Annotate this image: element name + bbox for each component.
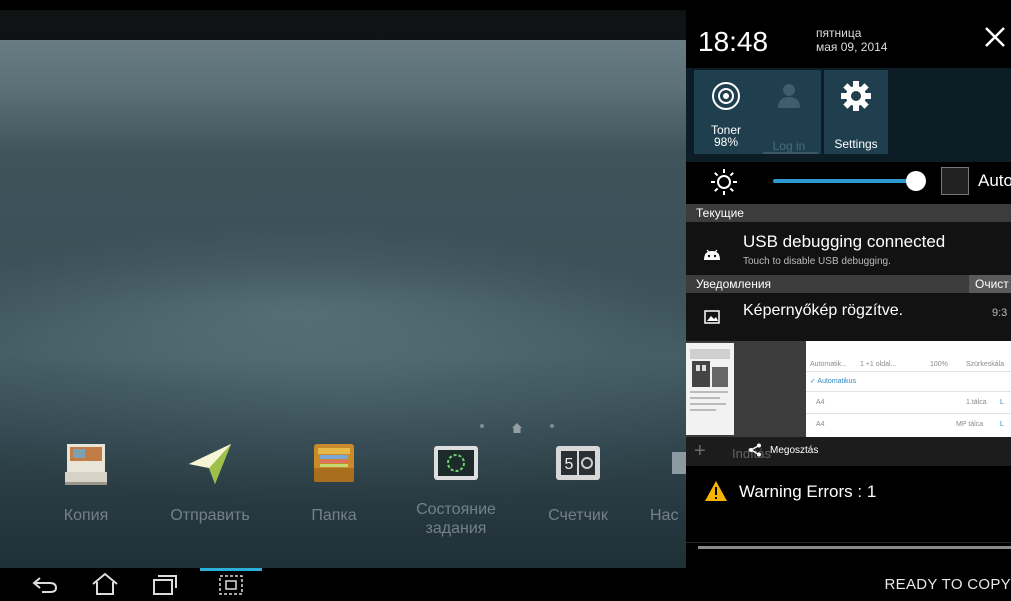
usb-debugging-notification[interactable]: USB debugging connected Touch to disable…: [686, 222, 1011, 275]
notification-panel: 18:48 пятница мая 09, 2014 Toner Log in: [686, 10, 1011, 568]
app-label: Нас: [650, 507, 679, 524]
preview-settings-screen: Automatik... 1 +1 oldal... 100% Szürkesk…: [806, 341, 1011, 451]
job-status-icon: [431, 440, 481, 486]
preview-divider: [806, 391, 1011, 392]
brightness-row: Auto: [686, 162, 1011, 208]
preview-text: A4: [816, 421, 825, 428]
app-copy[interactable]: Копия: [26, 440, 146, 525]
brightness-slider-track[interactable]: [773, 179, 916, 183]
home-icon[interactable]: [90, 572, 120, 596]
warning-text: Warning Errors : 1: [739, 482, 877, 501]
counter-digit: 5: [565, 456, 574, 473]
screenshot-notification[interactable]: Képernyőkép rögzítve. 9:3: [686, 293, 1011, 341]
paper-plane-icon: [185, 440, 235, 486]
user-icon: [773, 80, 805, 112]
app-send[interactable]: Отправить: [150, 440, 270, 525]
clear-notifications-button[interactable]: Очист: [969, 275, 1011, 293]
preview-text: Szürkeskála: [966, 361, 1005, 368]
counter-icon: 5: [553, 440, 603, 486]
notification-time: 9:3: [992, 307, 1008, 319]
copier-icon: [61, 440, 111, 486]
plus-icon: +: [694, 440, 706, 462]
toner-percent: 98%: [713, 135, 739, 149]
section-title: Текущие: [696, 206, 744, 220]
app-label: Копия: [63, 507, 109, 524]
weekday-label: пятница: [816, 26, 862, 40]
notification-subtitle: Touch to disable USB debugging.: [743, 256, 891, 267]
notifications-section-header: Уведомления Очист: [686, 275, 1011, 293]
app-label: Папка: [311, 507, 357, 524]
screenshot-icon[interactable]: [216, 572, 246, 596]
divider: [686, 542, 1011, 543]
preview-text: MP tálca: [956, 421, 984, 428]
toner-level: 98%: [694, 136, 758, 154]
toner-icon: [710, 80, 742, 112]
brightness-slider-thumb[interactable]: [906, 171, 926, 191]
brightness-icon: [710, 168, 738, 196]
gear-icon: [840, 80, 872, 112]
clock: 18:48: [698, 26, 769, 57]
close-icon[interactable]: [982, 24, 1008, 50]
back-icon[interactable]: [30, 572, 60, 596]
app-job-status[interactable]: Состояние задания: [396, 440, 516, 538]
auto-brightness-label: Auto: [978, 171, 1011, 190]
nav-active-indicator: [200, 568, 262, 571]
warning-notification[interactable]: Warning Errors : 1: [686, 466, 1011, 552]
auto-brightness-checkbox[interactable]: [941, 167, 969, 195]
android-icon: [703, 248, 721, 260]
preview-text: ✓ Automatikus: [810, 378, 856, 385]
login-underline: [763, 152, 818, 154]
quick-toggle-login[interactable]: Log in: [757, 70, 821, 154]
date-label: мая 09, 2014: [816, 40, 888, 54]
app-label: Состояние задания: [416, 501, 496, 537]
warning-icon: [704, 480, 728, 502]
page-dot: [480, 424, 484, 428]
preview-text: 1 +1 oldal...: [860, 361, 897, 368]
quick-toggle-label: Settings: [834, 137, 878, 151]
home-page-icon: [512, 420, 522, 433]
preview-text: 100%: [930, 361, 948, 368]
preview-text: L: [1000, 421, 1004, 428]
page-dot: [550, 424, 554, 428]
quick-toggle-settings[interactable]: Settings: [824, 70, 888, 154]
settings-app-icon: [666, 440, 686, 486]
app-label: Отправить: [170, 507, 250, 524]
machine-status-text: READY TO COPY: [884, 576, 1011, 593]
notification-title: USB debugging connected: [743, 232, 946, 251]
preview-text: L: [1000, 399, 1004, 406]
section-title: Уведомления: [696, 277, 772, 291]
screenshot-preview[interactable]: Automatik... 1 +1 oldal... 100% Szürkesk…: [686, 341, 1011, 466]
app-settings-partial[interactable]: Нас: [618, 440, 686, 525]
preview-action-bar: + Indítás Megosztás: [686, 437, 1011, 466]
folder-icon: [309, 440, 359, 486]
page-indicator: [478, 420, 558, 433]
ongoing-section-header: Текущие: [686, 204, 1011, 222]
preview-divider: [806, 413, 1011, 414]
app-folder[interactable]: Папка: [274, 440, 394, 525]
panel-drag-handle[interactable]: [698, 546, 1011, 549]
preview-text: 1.tálca: [966, 399, 987, 406]
share-button[interactable]: Megosztás: [770, 445, 818, 456]
navigation-bar: READY TO COPY: [0, 568, 1011, 598]
preview-text: Automatik...: [810, 361, 847, 368]
notification-title: Képernyőkép rögzítve.: [743, 302, 904, 319]
preview-text: A4: [816, 399, 825, 406]
preview-document-thumbnail: [686, 343, 734, 435]
share-icon[interactable]: [748, 443, 762, 457]
preview-divider: [806, 371, 1011, 372]
image-icon: [704, 310, 720, 324]
recent-apps-icon[interactable]: [148, 572, 178, 596]
